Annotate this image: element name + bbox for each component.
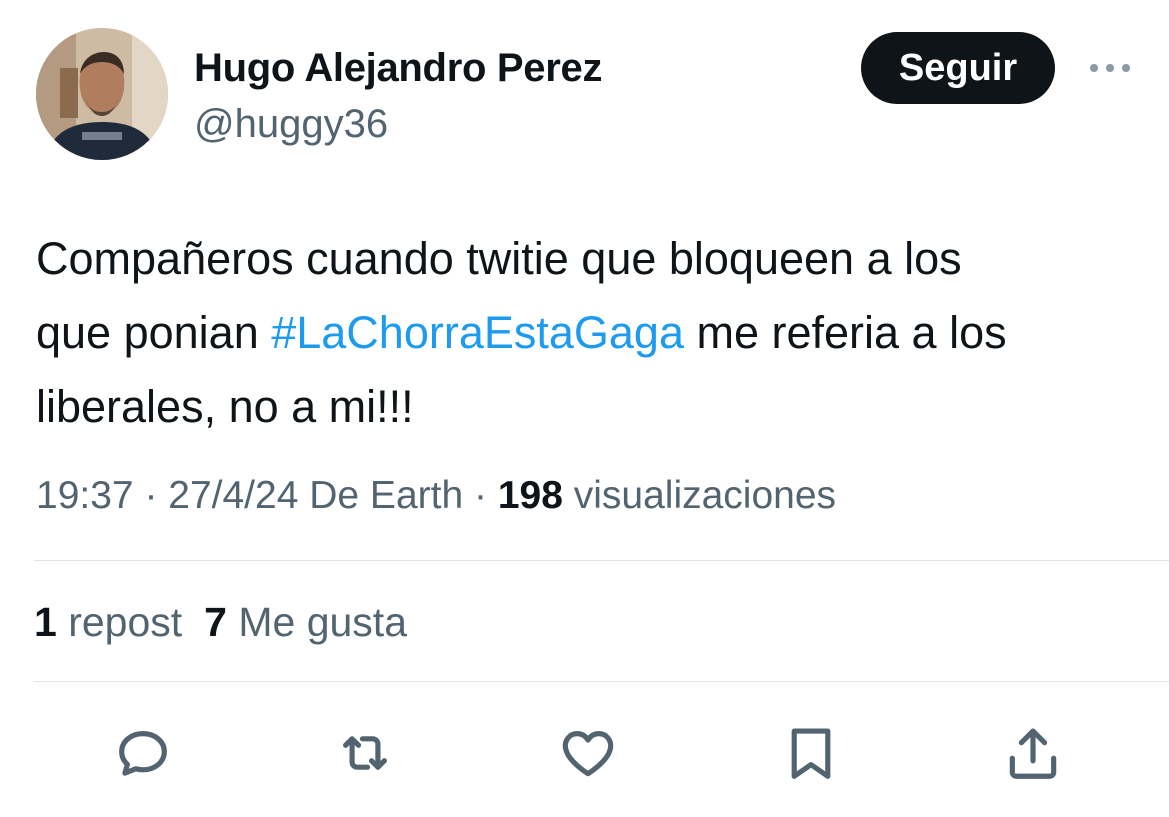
likes-label: Me gusta	[226, 599, 408, 645]
likes-count: 7	[204, 599, 227, 645]
like-button[interactable]	[553, 718, 623, 788]
tweet-source: De Earth	[298, 474, 464, 517]
views-label: visualizaciones	[562, 474, 837, 517]
divider	[34, 560, 1169, 561]
avatar[interactable]	[36, 28, 168, 160]
tweet-time[interactable]: 19:37	[36, 474, 134, 517]
repost-icon	[343, 736, 387, 770]
follow-button-label: Seguir	[898, 46, 1018, 89]
tweet-meta: 19:37 · 27/4/24 De Earth · 198 visualiza…	[36, 470, 836, 522]
more-horizontal-icon	[1090, 64, 1130, 72]
likes-stat[interactable]: 7 Me gusta	[204, 599, 407, 645]
bookmark-icon	[791, 728, 831, 779]
reposts-stat[interactable]: 1 repost	[34, 599, 182, 645]
author-handle[interactable]: @huggy36	[194, 99, 388, 149]
avatar-photo	[36, 28, 168, 160]
tweet-stats: 1 repost 7 Me gusta	[34, 596, 407, 648]
hashtag-link[interactable]: #LaChorraEstaGaga	[271, 307, 684, 358]
more-options-button[interactable]	[1080, 48, 1140, 88]
reposts-count: 1	[34, 599, 57, 645]
tweet-date[interactable]: 27/4/24	[168, 474, 298, 517]
meta-separator: ·	[133, 474, 169, 517]
follow-button[interactable]: Seguir	[861, 32, 1055, 104]
like-icon	[562, 731, 614, 777]
divider	[34, 681, 1169, 682]
meta-separator: ·	[463, 474, 498, 517]
reposts-label: repost	[56, 599, 183, 645]
repost-button[interactable]	[330, 718, 400, 788]
reply-icon	[119, 731, 167, 776]
share-button[interactable]	[998, 718, 1068, 788]
share-icon	[1009, 728, 1057, 779]
tweet-text-segment: me referia a los	[683, 307, 1007, 358]
author-display-name[interactable]: Hugo Alejandro Perez	[194, 42, 602, 94]
bookmark-button[interactable]	[776, 718, 846, 788]
tweet-text-line: que ponian #LaChorraEstaGaga me referia …	[36, 296, 1166, 370]
reply-button[interactable]	[108, 718, 178, 788]
tweet-text: Compañeros cuando twitie que bloqueen a …	[36, 222, 1166, 444]
tweet-text-segment: que ponian	[36, 307, 272, 358]
views-count: 198	[497, 474, 563, 517]
tweet-text-line: liberales, no a mi!!!	[36, 381, 414, 432]
tweet-text-line: Compañeros cuando twitie que bloqueen a …	[36, 233, 962, 284]
